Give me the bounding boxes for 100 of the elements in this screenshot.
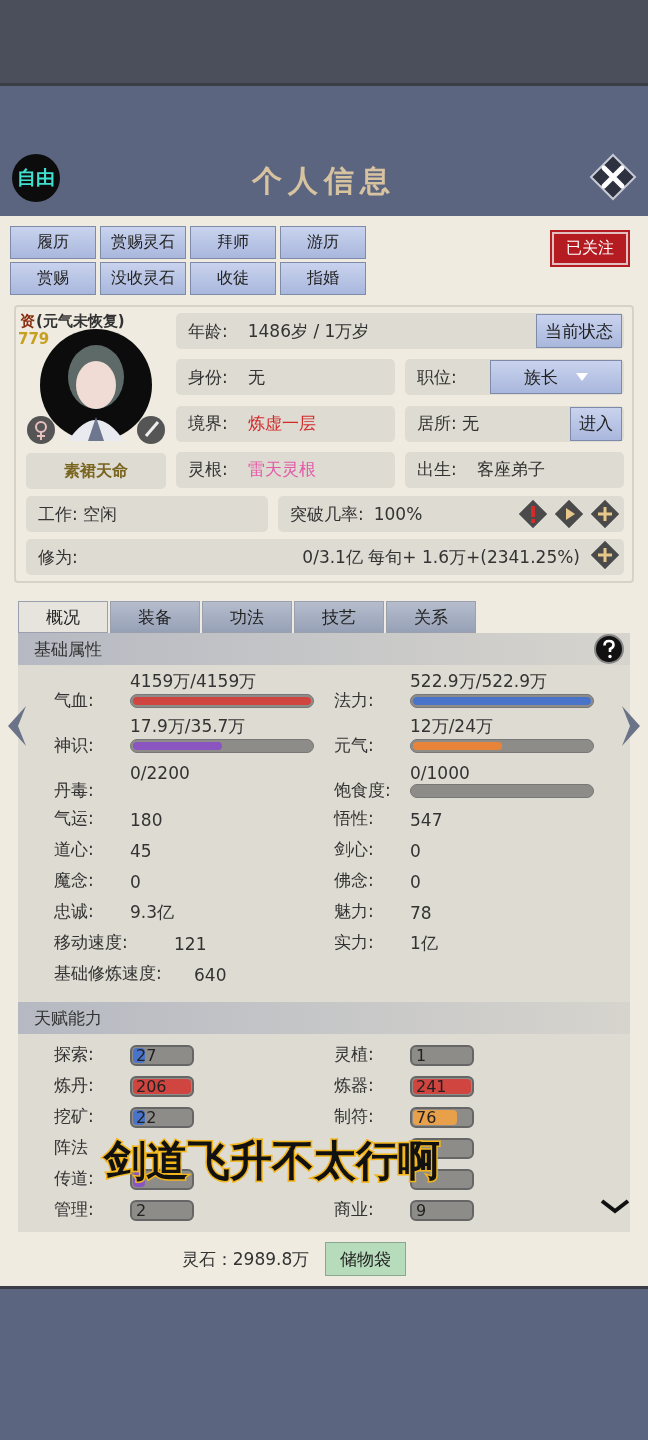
status-button[interactable]: 当前状态 xyxy=(536,314,622,348)
stat-label: 魅力: xyxy=(334,900,375,923)
stat-label: 饱食度: xyxy=(334,779,392,802)
stat-label: 丹毒: xyxy=(54,779,95,802)
alert-icon[interactable] xyxy=(518,499,548,529)
stat-value: 121 xyxy=(174,933,207,954)
breakthrough-label: 突破几率: xyxy=(290,502,364,526)
aptitude-value: 779 xyxy=(18,330,50,348)
talent-value: 9 xyxy=(416,1202,427,1219)
stat-value: 0/2200 xyxy=(130,763,191,783)
stat-label: 佛念: xyxy=(334,869,375,892)
talent-label: 探索: xyxy=(54,1043,95,1066)
stat-label: 气血: xyxy=(54,689,95,712)
breakthrough-value: 100% xyxy=(373,504,423,524)
talent-label: 商业: xyxy=(334,1198,375,1221)
tab[interactable]: 装备 xyxy=(110,601,200,633)
identity-label: 身份: xyxy=(188,365,228,389)
talent-label: 挖矿: xyxy=(54,1105,95,1128)
help-icon[interactable] xyxy=(594,634,624,664)
talent-value: 206 xyxy=(136,1078,167,1095)
talent-label: 阵法 xyxy=(54,1136,89,1159)
stat-label: 剑心: xyxy=(334,838,375,861)
birth-value: 客座弟子 xyxy=(476,458,545,482)
position-label: 职位: xyxy=(417,365,457,389)
stat-value: 1亿 xyxy=(410,932,438,955)
stat-label: 神识: xyxy=(54,734,95,757)
stat-value: 4159万/4159万 xyxy=(130,670,258,693)
stat-value: 522.9万/522.9万 xyxy=(410,670,549,693)
condition-text: (元气未恢复) xyxy=(36,312,125,330)
spirit-stones-text: 灵石：2989.8万 xyxy=(181,1247,310,1271)
root-label: 灵根: xyxy=(188,458,228,482)
follow-stamp: 已关注 xyxy=(552,232,628,265)
aptitude-label: 资 xyxy=(20,312,35,330)
action-button[interactable]: 游历 xyxy=(280,226,366,259)
stat-value: 0 xyxy=(410,840,421,861)
realm-value: 炼虚一层 xyxy=(247,412,316,435)
stat-label: 法力: xyxy=(334,689,375,712)
tab[interactable]: 技艺 xyxy=(294,601,384,633)
action-button[interactable]: 赏赐 xyxy=(10,262,96,295)
talent-label: 传道: xyxy=(54,1167,95,1190)
status-badge: 自由 xyxy=(12,154,60,202)
stat-label: 悟性: xyxy=(334,807,375,830)
stat-value: 12万/24万 xyxy=(410,715,494,738)
action-button[interactable]: 拜师 xyxy=(190,226,276,259)
title-plate: 素裙天命 xyxy=(26,453,166,489)
chevron-down-icon[interactable] xyxy=(600,1198,630,1214)
action-button[interactable]: 履历 xyxy=(10,226,96,259)
age-label: 年龄: xyxy=(188,319,228,343)
close-icon[interactable] xyxy=(588,152,638,202)
root-value: 雷天灵根 xyxy=(247,458,316,482)
caret-down-icon xyxy=(576,373,588,382)
action-button[interactable]: 赏赐灵石 xyxy=(100,226,186,259)
section-title: 天赋能力 xyxy=(34,1006,102,1030)
stat-value: 17.9万/35.7万 xyxy=(130,715,247,738)
residence-text: 居所: 无 xyxy=(417,412,480,435)
stat-label: 道心: xyxy=(54,838,95,861)
stat-label: 魔念: xyxy=(54,869,95,892)
action-button[interactable]: 没收灵石 xyxy=(100,262,186,295)
stat-label: 实力: xyxy=(334,931,375,954)
stat-label: 忠诚: xyxy=(54,900,95,923)
female-icon xyxy=(26,415,56,445)
stat-label: 气运: xyxy=(54,807,95,830)
realm-label: 境界: xyxy=(188,412,228,435)
position-dropdown[interactable]: 族长 xyxy=(490,360,622,395)
work-text: 工作: 空闲 xyxy=(38,502,118,526)
talent-label: 制符: xyxy=(334,1105,375,1128)
plus-icon[interactable] xyxy=(590,540,620,570)
age-value: 1486岁 / 1万岁 xyxy=(247,319,370,343)
talent-label: 管理: xyxy=(54,1198,95,1221)
stat-value: 0/1000 xyxy=(410,763,471,783)
bag-button[interactable]: 储物袋 xyxy=(325,1242,407,1276)
birth-label: 出生: xyxy=(417,458,457,482)
cultivation-value: 0/3.1亿 每旬+ 1.6万+(2341.25%) xyxy=(302,545,580,569)
talent-value: 241 xyxy=(416,1078,447,1095)
play-icon[interactable] xyxy=(554,499,584,529)
stat-value: 45 xyxy=(130,840,152,861)
stat-value: 547 xyxy=(410,809,443,830)
talent-label: 炼器: xyxy=(334,1074,375,1097)
stat-label: 基础修炼速度: xyxy=(54,962,163,985)
action-button[interactable]: 收徒 xyxy=(190,262,276,295)
talent-value: 2 xyxy=(136,1202,147,1219)
action-button[interactable]: 指婚 xyxy=(280,262,366,295)
stat-value: 180 xyxy=(130,809,163,830)
stat-label: 元气: xyxy=(334,734,375,757)
stat-value: 640 xyxy=(194,964,227,985)
plus-icon[interactable] xyxy=(590,499,620,529)
brush-icon[interactable] xyxy=(136,415,166,445)
tab[interactable]: 概况 xyxy=(18,601,108,633)
identity-value: 无 xyxy=(247,365,265,389)
tab[interactable]: 关系 xyxy=(386,601,476,633)
talent-value: 76 xyxy=(416,1109,437,1126)
enter-button[interactable]: 进入 xyxy=(570,406,622,441)
stat-label: 移动速度: xyxy=(54,931,129,954)
talent-value: 1 xyxy=(416,1047,427,1064)
section-title: 基础属性 xyxy=(34,637,102,661)
stat-value: 0 xyxy=(130,871,141,892)
talent-label: 灵植: xyxy=(334,1043,375,1066)
stat-value: 9.3亿 xyxy=(130,901,175,924)
stat-value: 0 xyxy=(410,871,421,892)
tab[interactable]: 功法 xyxy=(202,601,292,633)
